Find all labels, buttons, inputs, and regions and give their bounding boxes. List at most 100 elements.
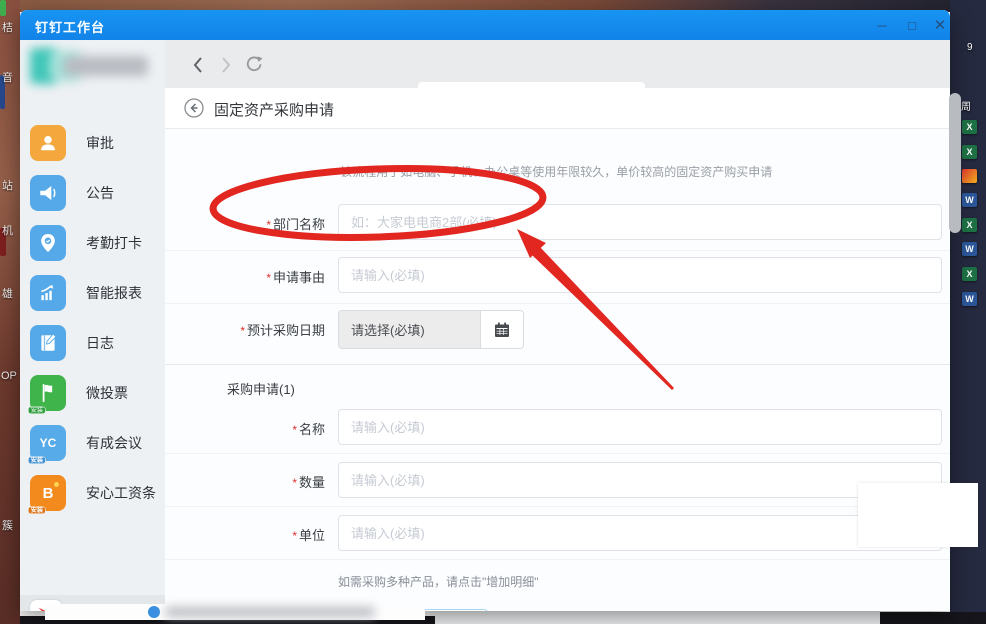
- excel-file-icon[interactable]: X: [962, 218, 977, 232]
- field-label-unit: * 单位: [165, 525, 325, 544]
- desktop-icon-label: 站: [2, 180, 13, 192]
- label-text: 申请事由: [272, 270, 325, 285]
- desktop-icon-label: 簇: [2, 520, 13, 532]
- megaphone-icon: [30, 175, 66, 211]
- icon-monogram: B: [42, 484, 54, 502]
- desktop-icon-label: 雄: [2, 288, 13, 300]
- back-circle-icon[interactable]: [184, 98, 204, 118]
- word-file-icon[interactable]: W: [962, 242, 977, 256]
- sidebar-item-label: 日志: [86, 335, 114, 351]
- chevron-left-icon[interactable]: [186, 54, 210, 76]
- install-badge: 安装: [28, 456, 46, 464]
- purchase-date-picker[interactable]: 请选择(必填): [338, 310, 524, 349]
- chart-arrow-icon: [30, 275, 66, 311]
- sidebar-item-approval[interactable]: 审批: [30, 125, 165, 161]
- background-dark-strip: [880, 612, 986, 624]
- notebook-pen-icon: [30, 325, 66, 361]
- required-mark: *: [292, 476, 297, 490]
- row-divider: [165, 303, 950, 304]
- row-divider: [165, 453, 950, 454]
- form-area: •该流程用于如电脑、手机、办公桌等使用年限较久，单价较高的固定资产购买申请 * 部…: [165, 129, 950, 611]
- desktop-icon-label: 音: [2, 72, 13, 84]
- section-title: 采购申请(1): [227, 382, 295, 397]
- row-divider: [165, 506, 950, 507]
- yc-monogram-icon: YC 安装: [28, 425, 66, 464]
- icon-monogram: YC: [39, 436, 57, 450]
- window-title: 钉钉工作台: [35, 20, 106, 35]
- label-text: 单位: [298, 528, 325, 543]
- redacted-app-icon: [148, 606, 160, 618]
- desktop-icon-label: 机: [2, 225, 13, 237]
- desktop-icon-label: OP: [1, 370, 17, 382]
- label-text: 预计采购日期: [246, 323, 325, 338]
- sidebar-item-journal[interactable]: 日志: [30, 325, 165, 361]
- redacted-text: [165, 607, 375, 617]
- close-button[interactable]: ✕: [928, 13, 950, 37]
- excel-file-icon[interactable]: X: [962, 267, 977, 281]
- refresh-icon[interactable]: [242, 53, 266, 75]
- required-mark: *: [292, 529, 297, 543]
- desktop-label: 9: [967, 42, 973, 53]
- desktop-icon-label: 桔: [2, 22, 13, 34]
- row-divider: [165, 250, 950, 251]
- sidebar-item-smart-report[interactable]: 智能报表: [30, 275, 165, 311]
- excel-file-icon[interactable]: X: [962, 120, 977, 134]
- required-mark: *: [292, 423, 297, 437]
- form-description: •该流程用于如电脑、手机、办公桌等使用年限较久，单价较高的固定资产购买申请: [336, 165, 773, 179]
- sidebar-item-label: 安心工资条: [86, 485, 156, 501]
- field-label-purchase-date: * 预计采购日期: [165, 320, 325, 339]
- item-quantity-input[interactable]: [338, 462, 942, 498]
- location-pin-check-icon: [30, 225, 66, 261]
- item-unit-input[interactable]: [338, 515, 942, 551]
- sidebar-item-label: 智能报表: [86, 285, 142, 301]
- background-window-edge: [430, 611, 880, 624]
- window-titlebar[interactable]: 钉钉工作台 ─ □ ✕: [20, 10, 950, 40]
- app-file-icon[interactable]: [962, 169, 977, 183]
- word-file-icon[interactable]: W: [962, 193, 977, 207]
- sidebar-item-label: 有成会议: [86, 435, 142, 451]
- screen: 桔 音 站 机 雄 OP 簇 9 一周 X X W X W X W 钉钉工作台 …: [0, 0, 986, 624]
- redacted-username: [64, 56, 148, 76]
- department-name-input[interactable]: [338, 204, 942, 240]
- field-label-reason: * 申请事由: [165, 267, 325, 286]
- minimize-button[interactable]: ─: [870, 13, 894, 37]
- required-mark: *: [266, 271, 271, 285]
- sidebar-item-meeting[interactable]: YC 安装 有成会议: [28, 425, 165, 464]
- word-file-icon[interactable]: W: [962, 292, 977, 306]
- calendar-icon[interactable]: [480, 311, 523, 348]
- foreground-window-fragment: [858, 483, 978, 547]
- required-mark: *: [266, 218, 271, 232]
- section-divider: [165, 364, 950, 365]
- sidebar-item-attendance[interactable]: 考勤打卡: [30, 225, 165, 261]
- date-placeholder: 请选择(必填): [351, 323, 425, 338]
- icon-dot: [54, 482, 59, 487]
- desktop-icon-fragment: [0, 0, 6, 16]
- sidebar-item-vote[interactable]: 安装 微投票: [28, 375, 165, 414]
- redacted-taskbar-row: [45, 604, 425, 620]
- page-title: 固定资产采购申请: [214, 102, 335, 119]
- person-icon: [30, 125, 66, 161]
- sidebar-item-label: 微投票: [86, 385, 128, 401]
- background-scrollbar-thumb[interactable]: [949, 93, 961, 233]
- user-profile[interactable]: [30, 48, 160, 92]
- item-name-input[interactable]: [338, 409, 942, 445]
- label-text: 数量: [298, 475, 325, 490]
- sidebar-item-payslip[interactable]: B 安装 安心工资条: [28, 475, 165, 514]
- tab-bar: 审批 ×: [165, 40, 950, 118]
- dingtalk-window: 钉钉工作台 ─ □ ✕ 审批 公告 考勤打卡 智能报表 日志 安装 微投票 YC…: [20, 10, 950, 611]
- desktop-left-strip: 桔 音 站 机 雄 OP 簇: [0, 0, 20, 624]
- sidebar-item-label: 审批: [86, 135, 114, 151]
- chevron-right-icon[interactable]: [214, 54, 238, 76]
- application-reason-input[interactable]: [338, 257, 942, 293]
- label-text: 部门名称: [272, 217, 325, 232]
- excel-file-icon[interactable]: X: [962, 145, 977, 159]
- sidebar-item-label: 公告: [86, 185, 114, 201]
- field-label-name: * 名称: [165, 419, 325, 438]
- row-divider: [165, 559, 950, 560]
- sidebar: 审批 公告 考勤打卡 智能报表 日志 安装 微投票 YC 安装 有成会议 B 安…: [20, 40, 166, 611]
- sidebar-item-label: 考勤打卡: [86, 235, 142, 251]
- flag-icon: 安装: [28, 375, 66, 414]
- sidebar-item-announcement[interactable]: 公告: [30, 175, 165, 211]
- maximize-button[interactable]: □: [900, 13, 924, 37]
- field-label-department: * 部门名称: [165, 214, 325, 233]
